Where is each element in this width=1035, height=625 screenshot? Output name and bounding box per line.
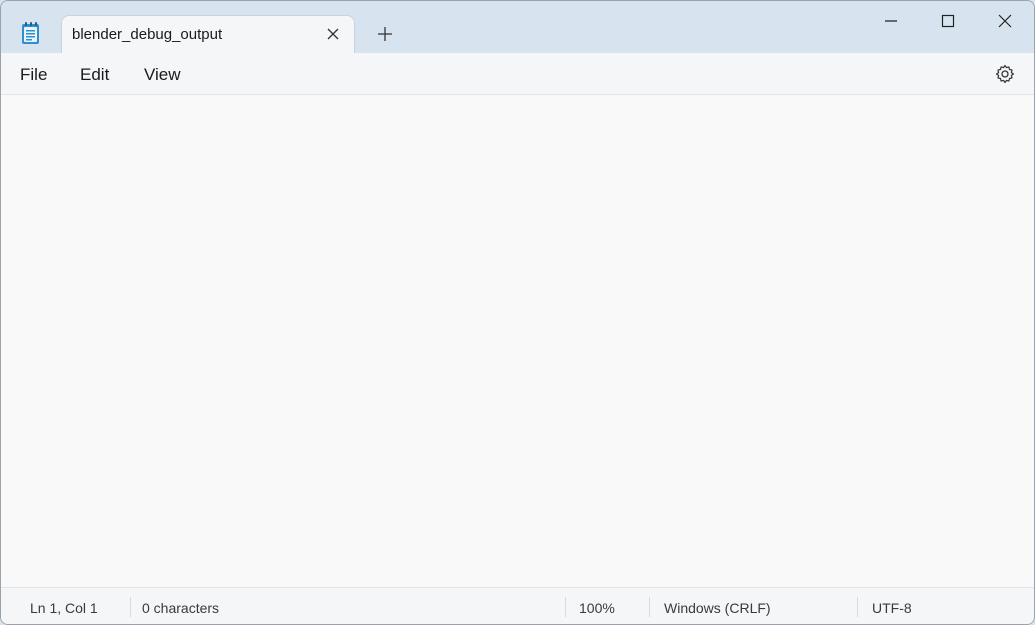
menu-file[interactable]: File [20, 65, 47, 85]
close-icon[interactable] [326, 27, 340, 41]
notepad-window: blender_debug_output File Edit View Ln 1… [0, 0, 1035, 625]
encoding[interactable]: UTF-8 [872, 600, 912, 616]
status-divider [649, 597, 650, 617]
status-divider [565, 597, 566, 617]
menu-view[interactable]: View [144, 65, 181, 85]
gear-icon[interactable] [995, 64, 1015, 84]
status-divider [130, 597, 131, 617]
minimize-icon[interactable] [884, 14, 898, 28]
maximize-icon[interactable] [941, 14, 955, 28]
character-count: 0 characters [142, 600, 220, 616]
close-window-icon[interactable] [998, 14, 1012, 28]
menu-bar: File Edit View [1, 53, 1034, 95]
status-divider [857, 597, 858, 617]
title-bar: blender_debug_output [1, 1, 1034, 53]
notepad-icon [22, 22, 39, 44]
tab-document[interactable]: blender_debug_output [61, 15, 355, 53]
menu-edit[interactable]: Edit [80, 65, 109, 85]
text-editor-area[interactable] [1, 95, 1034, 587]
plus-icon[interactable] [377, 26, 393, 42]
line-ending[interactable]: Windows (CRLF) [664, 600, 771, 616]
tab-title: blender_debug_output [72, 26, 223, 43]
status-bar: Ln 1, Col 1 0 characters 100% Windows (C… [1, 587, 1034, 624]
cursor-position: Ln 1, Col 1 [30, 600, 98, 616]
zoom-level[interactable]: 100% [579, 600, 615, 616]
